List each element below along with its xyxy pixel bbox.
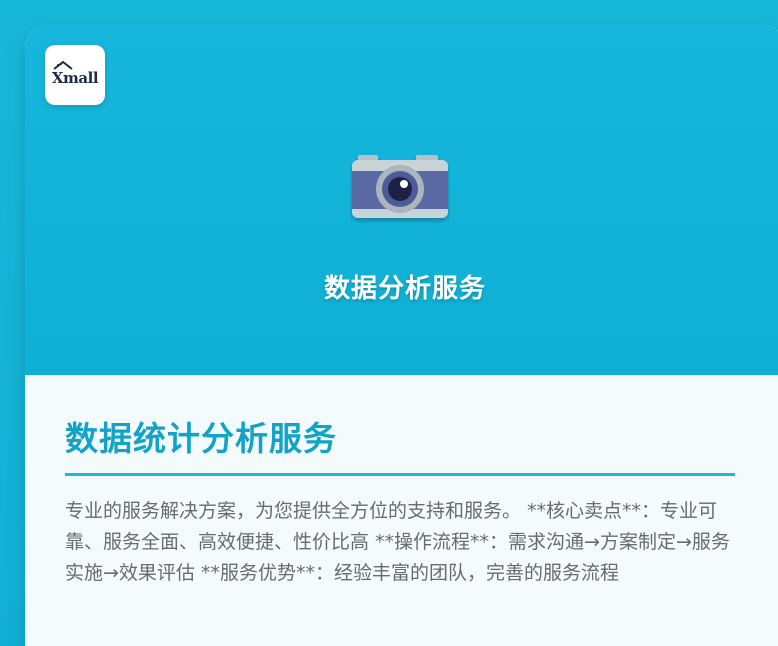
brand-logo[interactable]: Xmall — [45, 45, 105, 105]
page: Xmall 数据分析服务 数据统计分析服务 专业的服务解决方案，为您提供全方位的… — [0, 0, 778, 646]
logo-text: Xmall — [51, 69, 99, 87]
service-description: 专业的服务解决方案，为您提供全方位的支持和服务。 **核心卖点**：专业可靠、服… — [65, 500, 730, 584]
service-details: 数据统计分析服务 专业的服务解决方案，为您提供全方位的支持和服务。 **核心卖点… — [25, 375, 778, 646]
title-divider — [65, 473, 735, 476]
camera-icon — [352, 155, 448, 218]
hero-title: 数据分析服务 — [323, 274, 486, 304]
hero-banner: Xmall 数据分析服务 — [25, 25, 778, 375]
service-card[interactable]: Xmall 数据分析服务 数据统计分析服务 专业的服务解决方案，为您提供全方位的… — [25, 25, 778, 646]
service-title: 数据统计分析服务 — [65, 419, 337, 458]
